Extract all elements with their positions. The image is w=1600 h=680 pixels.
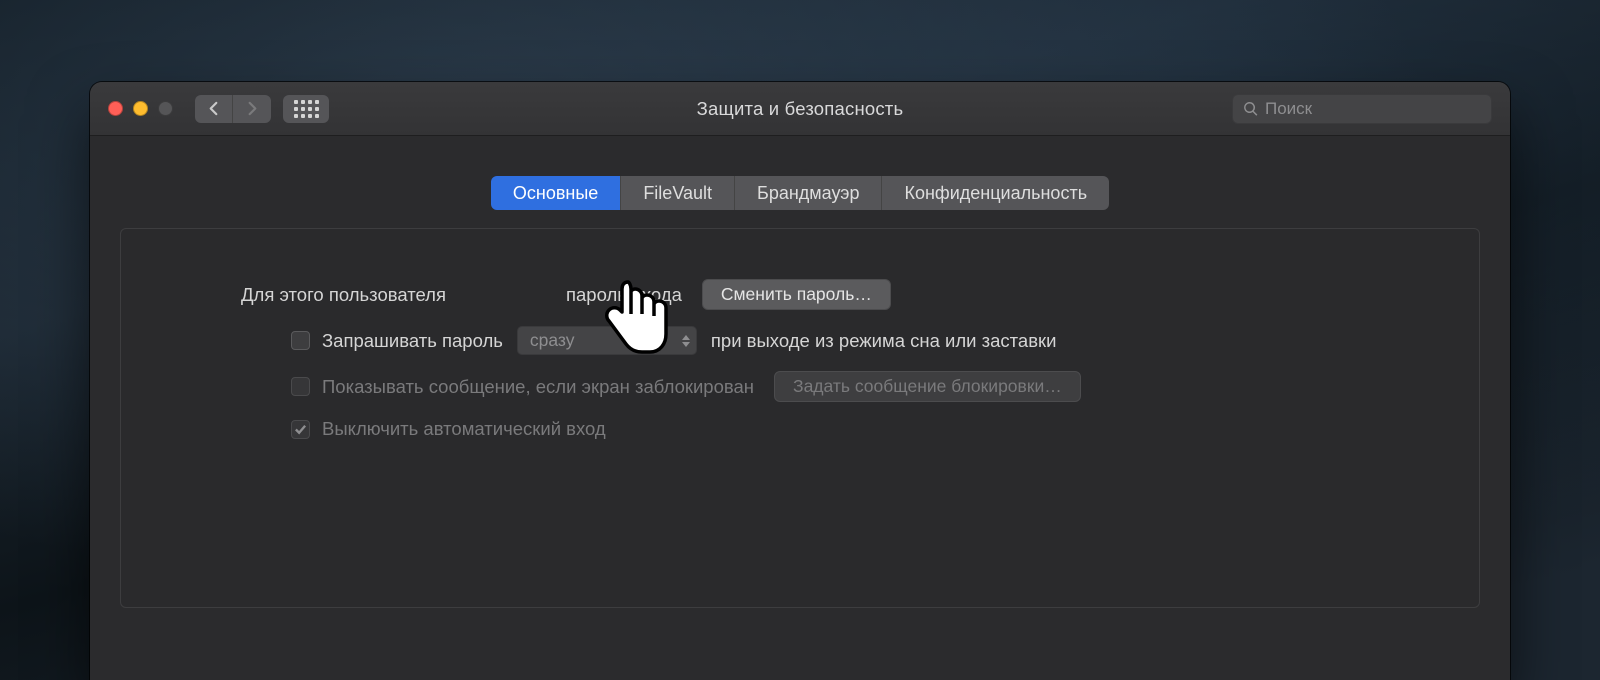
close-button[interactable] (108, 101, 123, 116)
set-lock-message-button: Задать сообщение блокировки… (774, 371, 1081, 402)
show-lock-message-checkbox (291, 377, 310, 396)
change-password-button[interactable]: Сменить пароль… (702, 279, 891, 310)
zoom-button (158, 101, 173, 116)
window-controls (108, 101, 173, 116)
search-field[interactable] (1232, 94, 1492, 124)
tab-bar: Основные FileVault Брандмауэр Конфиденци… (120, 176, 1480, 210)
disable-auto-login-checkbox (291, 420, 310, 439)
search-icon (1243, 101, 1259, 117)
chevron-left-icon (208, 101, 219, 116)
chevron-right-icon (247, 101, 258, 116)
window-title: Защита и безопасность (697, 98, 904, 120)
tab-filevault[interactable]: FileVault (621, 176, 735, 210)
disable-auto-login-label: Выключить автоматический вход (322, 418, 606, 440)
minimize-button[interactable] (133, 101, 148, 116)
nav-buttons (195, 95, 271, 123)
show-lock-message-label: Показывать сообщение, если экран заблоки… (322, 376, 754, 398)
cursor-hand-icon (598, 274, 670, 364)
tab-privacy[interactable]: Конфиденциальность (882, 176, 1109, 210)
tab-general[interactable]: Основные (491, 176, 621, 210)
login-password-prefix: Для этого пользователя (241, 284, 446, 306)
require-password-row: Запрашивать пароль сразу при выходе из р… (241, 326, 1359, 355)
forward-button (233, 95, 271, 123)
stepper-arrows-icon (682, 335, 690, 347)
require-password-checkbox[interactable] (291, 331, 310, 350)
titlebar: Защита и безопасность (90, 82, 1510, 136)
content-area: Основные FileVault Брандмауэр Конфиденци… (90, 136, 1510, 608)
disable-auto-login-row: Выключить автоматический вход (241, 418, 1359, 440)
checkmark-icon (294, 423, 307, 436)
tab-firewall[interactable]: Брандмауэр (735, 176, 882, 210)
security-preferences-window: Защита и безопасность Основные FileVault… (90, 82, 1510, 680)
grid-icon (294, 100, 319, 118)
search-input[interactable] (1265, 99, 1486, 119)
show-lock-message-row: Показывать сообщение, если экран заблоки… (241, 371, 1359, 402)
show-all-button[interactable] (283, 95, 329, 123)
login-password-row: Для этого пользователя пароль входа Смен… (241, 279, 1359, 310)
back-button[interactable] (195, 95, 233, 123)
require-password-after-label: при выходе из режима сна или заставки (711, 330, 1057, 352)
general-panel: Для этого пользователя пароль входа Смен… (120, 228, 1480, 608)
require-password-label: Запрашивать пароль (322, 330, 503, 352)
require-password-delay-value: сразу (530, 330, 575, 351)
